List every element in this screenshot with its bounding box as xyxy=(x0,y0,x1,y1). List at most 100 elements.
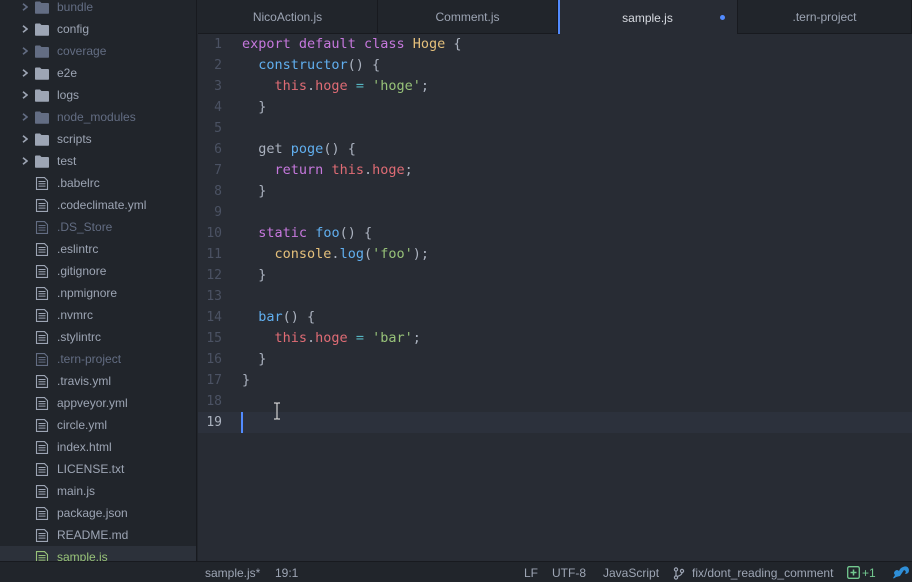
tree-file[interactable]: package.json xyxy=(0,502,196,524)
tree-item-label: .gitignore xyxy=(57,264,107,278)
tree-file[interactable]: .babelrc xyxy=(0,172,196,194)
tree-folder[interactable]: coverage xyxy=(0,40,196,62)
tab[interactable]: Comment.js xyxy=(378,0,558,34)
status-git-branch[interactable]: fix/dont_reading_comment xyxy=(692,562,833,582)
file-text-icon xyxy=(35,529,49,542)
status-line-ending[interactable]: LF xyxy=(524,562,538,582)
file-text-icon xyxy=(35,485,49,498)
code-line[interactable]: } xyxy=(242,370,250,391)
tree-item-label: .eslintrc xyxy=(57,242,99,256)
tree-file[interactable]: LICENSE.txt xyxy=(0,458,196,480)
tree-file[interactable]: appveyor.yml xyxy=(0,392,196,414)
line-number[interactable]: 5 xyxy=(198,118,222,139)
code-line[interactable]: this.hoge = 'hoge'; xyxy=(242,76,430,97)
tree-item-label: test xyxy=(57,154,77,168)
chevron-right-icon[interactable] xyxy=(22,113,28,121)
line-number[interactable]: 7 xyxy=(198,160,222,181)
line-number[interactable]: 10 xyxy=(198,223,222,244)
tree-folder[interactable]: test xyxy=(0,150,196,172)
line-number[interactable]: 9 xyxy=(198,202,222,223)
chevron-right-icon[interactable] xyxy=(22,47,28,55)
tree-folder[interactable]: logs xyxy=(0,84,196,106)
file-text-icon xyxy=(35,265,49,278)
file-text-icon xyxy=(35,419,49,432)
chevron-right-icon[interactable] xyxy=(22,157,28,165)
line-number[interactable]: 11 xyxy=(198,244,222,265)
status-file-path[interactable]: sample.js* xyxy=(205,562,260,582)
line-number[interactable]: 14 xyxy=(198,307,222,328)
status-encoding[interactable]: UTF-8 xyxy=(552,562,586,582)
tree-file[interactable]: .codeclimate.yml xyxy=(0,194,196,216)
status-git-added-count[interactable]: +1 xyxy=(862,562,876,582)
tree-file[interactable]: .DS_Store xyxy=(0,216,196,238)
chevron-right-icon[interactable] xyxy=(22,135,28,143)
status-bar: sample.js* 19:1 LF UTF-8 JavaScript fix/… xyxy=(0,561,912,582)
code-line[interactable]: get poge() { xyxy=(242,139,356,160)
line-number[interactable]: 18 xyxy=(198,391,222,412)
tree-item-label: LICENSE.txt xyxy=(57,462,125,476)
line-number[interactable]: 19 xyxy=(198,412,222,433)
code-line[interactable]: export default class Hoge { xyxy=(242,34,462,55)
tree-file[interactable]: README.md xyxy=(0,524,196,546)
line-number[interactable]: 13 xyxy=(198,286,222,307)
tree-file[interactable]: .gitignore xyxy=(0,260,196,282)
tree-file[interactable]: .travis.yml xyxy=(0,370,196,392)
tree-file[interactable]: circle.yml xyxy=(0,414,196,436)
code-line[interactable]: this.hoge = 'bar'; xyxy=(242,328,421,349)
tree-item-label: scripts xyxy=(57,132,92,146)
text-editor[interactable]: 1 2 3 4 5 6 7 8 9 10 11 12 13 14 15 16 17 18 19 export def… xyxy=(198,34,912,561)
modified-indicator-icon[interactable] xyxy=(720,15,725,20)
squirrel-icon[interactable] xyxy=(892,565,910,580)
line-number[interactable]: 17 xyxy=(198,370,222,391)
tree-file[interactable]: index.html xyxy=(0,436,196,458)
code-line[interactable]: bar() { xyxy=(242,307,315,328)
tab[interactable]: NicoAction.js xyxy=(198,0,378,34)
file-text-icon xyxy=(35,309,49,322)
code-line[interactable]: constructor() { xyxy=(242,55,380,76)
line-number[interactable]: 2 xyxy=(198,55,222,76)
line-number[interactable]: 15 xyxy=(198,328,222,349)
chevron-right-icon[interactable] xyxy=(22,91,28,99)
tree-view: bundle config coverage e2e logs node_moduless… xyxy=(0,0,197,582)
tree-folder[interactable]: bundle xyxy=(0,0,196,18)
line-number[interactable]: 16 xyxy=(198,349,222,370)
tree-file[interactable]: main.js xyxy=(0,480,196,502)
line-number[interactable]: 4 xyxy=(198,97,222,118)
tree-folder[interactable]: e2e xyxy=(0,62,196,84)
tab-label: .tern-project xyxy=(792,10,857,24)
tree-file[interactable]: .tern-project xyxy=(0,348,196,370)
code-line[interactable]: } xyxy=(242,181,266,202)
tree-item-label: e2e xyxy=(57,66,78,80)
line-number[interactable]: 3 xyxy=(198,76,222,97)
tree-file[interactable]: .eslintrc xyxy=(0,238,196,260)
code-line[interactable]: static foo() { xyxy=(242,223,372,244)
tree-file[interactable]: .nvmrc xyxy=(0,304,196,326)
folder-icon xyxy=(35,155,49,168)
code-line[interactable]: } xyxy=(242,97,266,118)
tree-item-label: circle.yml xyxy=(57,418,107,432)
line-number[interactable]: 6 xyxy=(198,139,222,160)
status-cursor-position[interactable]: 19:1 xyxy=(275,562,298,582)
tree-file[interactable]: .npmignore xyxy=(0,282,196,304)
status-grammar[interactable]: JavaScript xyxy=(603,562,659,582)
chevron-right-icon[interactable] xyxy=(22,69,28,77)
tree-file[interactable]: .stylintrc xyxy=(0,326,196,348)
tab[interactable]: sample.js xyxy=(558,0,738,35)
tree-folder[interactable]: config xyxy=(0,18,196,40)
code-line[interactable]: return this.hoge; xyxy=(242,160,413,181)
chevron-right-icon[interactable] xyxy=(22,3,28,11)
tree-item-label: package.json xyxy=(57,506,128,520)
file-text-icon xyxy=(35,375,49,388)
line-number[interactable]: 8 xyxy=(198,181,222,202)
code-line[interactable]: } xyxy=(242,265,266,286)
code-line[interactable]: console.log('foo'); xyxy=(242,244,429,265)
code-line[interactable]: } xyxy=(242,349,266,370)
line-number[interactable]: 12 xyxy=(198,265,222,286)
tree-folder[interactable]: scripts xyxy=(0,128,196,150)
file-text-icon xyxy=(35,221,49,234)
tree-item-label: .npmignore xyxy=(57,286,118,300)
tree-folder[interactable]: node_modules xyxy=(0,106,196,128)
chevron-right-icon[interactable] xyxy=(22,25,28,33)
line-number[interactable]: 1 xyxy=(198,34,222,55)
tab[interactable]: .tern-project xyxy=(738,0,912,34)
